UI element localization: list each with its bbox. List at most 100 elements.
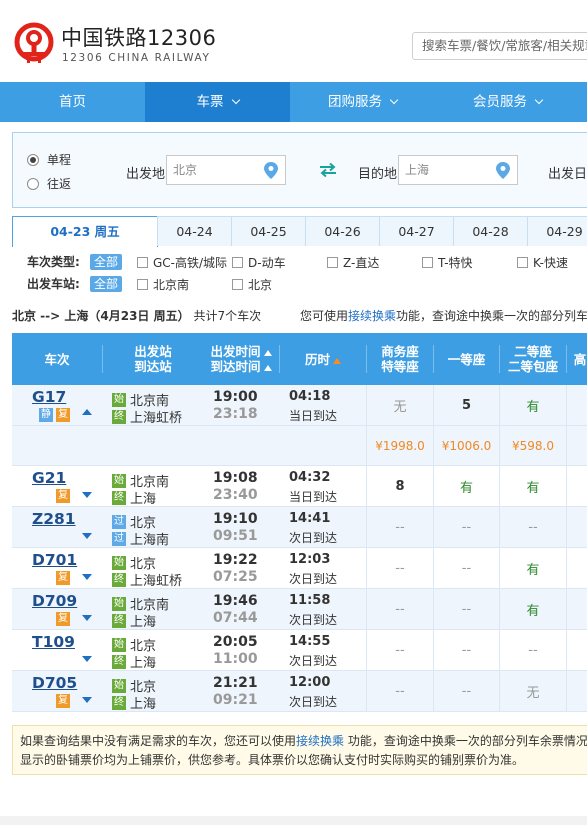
- col-time[interactable]: 出发时间 到达时间: [203, 333, 279, 385]
- nav-item-member-service[interactable]: 会员服务: [435, 82, 580, 122]
- checkbox-icon[interactable]: [422, 257, 433, 268]
- arrival-time: 07:25: [213, 569, 258, 585]
- checkbox-icon[interactable]: [137, 279, 148, 290]
- train-number[interactable]: G21: [32, 469, 84, 487]
- second-seat[interactable]: 有: [500, 589, 566, 629]
- table-row[interactable]: T109 始北京 终上海 20:05 11:00 14:55 次日到达 -- -…: [12, 630, 587, 671]
- train-number[interactable]: D705: [32, 674, 84, 692]
- transfer-link[interactable]: 接续换乘: [348, 309, 396, 323]
- second-seat[interactable]: 有: [500, 385, 566, 425]
- filter-all-button[interactable]: 全部: [90, 275, 123, 292]
- business-seat[interactable]: 8: [367, 466, 433, 506]
- filter-station-beijing[interactable]: 北京: [232, 276, 272, 293]
- arrival-day: 次日到达: [289, 654, 338, 668]
- table-row[interactable]: G17 静 复 始北京南 终上海虹桥 19:00 23:18 04:18 当日到…: [12, 385, 587, 426]
- to-station: 过上海南: [112, 529, 169, 548]
- checkbox-icon[interactable]: [327, 257, 338, 268]
- station-name[interactable]: 上海: [130, 693, 156, 712]
- filter-station-beijingnan[interactable]: 北京南: [137, 276, 189, 293]
- date-tab[interactable]: 04-24: [157, 216, 232, 246]
- second-seat[interactable]: 有: [500, 466, 566, 506]
- station-name[interactable]: 上海: [130, 488, 156, 507]
- col-duration[interactable]: 历时: [280, 333, 366, 385]
- filter-option-gc[interactable]: GC-高铁/城际: [137, 254, 227, 271]
- swap-stations-icon[interactable]: [318, 163, 338, 177]
- date-tab[interactable]: 04-26: [305, 216, 380, 246]
- station-name[interactable]: 上海: [130, 652, 156, 671]
- filter-option-label: K-快速: [533, 256, 568, 270]
- sort-icon[interactable]: [263, 350, 272, 356]
- filter-title: 车次类型:: [27, 255, 80, 269]
- collapse-icon[interactable]: [82, 409, 92, 415]
- date-label: 出发日: [548, 167, 587, 182]
- filter-option-t[interactable]: T-特快: [422, 254, 473, 271]
- checkbox-icon[interactable]: [232, 279, 243, 290]
- table-row[interactable]: D709 复 始北京南 终上海 19:46 07:44 11:58 次日到达 -…: [12, 589, 587, 630]
- filter-all-button[interactable]: 全部: [90, 253, 123, 270]
- checkbox-icon[interactable]: [232, 257, 243, 268]
- table-row[interactable]: G21 复 始北京南 终上海 19:08 23:40 04:32 当日到达 8 …: [12, 466, 587, 507]
- col-second-label: 二等座: [514, 344, 552, 359]
- filter-option-d[interactable]: D-动车: [232, 254, 286, 271]
- expand-icon[interactable]: [82, 615, 92, 621]
- radio-icon[interactable]: [27, 177, 39, 190]
- train-number[interactable]: D701: [32, 551, 84, 569]
- nav-item-group-service[interactable]: 团购服务: [290, 82, 435, 122]
- transfer-link[interactable]: 接续换乘: [296, 734, 344, 748]
- expand-icon[interactable]: [82, 533, 92, 539]
- search-input[interactable]: 搜索车票/餐饮/常旅客/相关规章: [412, 32, 587, 60]
- duration: 04:18: [289, 389, 331, 404]
- date-tab[interactable]: 04-29: [527, 216, 587, 246]
- station-name[interactable]: 上海南: [130, 529, 169, 548]
- second-seat: --: [528, 519, 538, 535]
- expand-icon[interactable]: [82, 492, 92, 498]
- second-seat[interactable]: 有: [500, 548, 566, 588]
- station-name[interactable]: 上海虹桥: [130, 570, 182, 589]
- table-row[interactable]: D705 复 始北京 终上海 21:21 09:21 12:00 次日到达 --…: [12, 671, 587, 712]
- origin-badge: 始: [112, 637, 126, 652]
- train-number[interactable]: D709: [32, 592, 84, 610]
- first-price: ¥1006.0: [441, 438, 492, 453]
- train-number[interactable]: T109: [32, 633, 84, 651]
- trip-type-label: 单程: [47, 153, 72, 167]
- station-name[interactable]: 上海虹桥: [130, 407, 182, 426]
- nav-item-tickets[interactable]: 车票: [145, 82, 290, 122]
- radio-checked-icon[interactable]: [27, 153, 39, 166]
- train-number[interactable]: Z281: [32, 510, 84, 528]
- station-name[interactable]: 上海: [130, 611, 156, 630]
- trip-type-roundtrip[interactable]: 往返: [27, 175, 71, 192]
- tip-prefix: 您可使用: [300, 309, 349, 323]
- date-tab[interactable]: 04-27: [379, 216, 454, 246]
- first-seat[interactable]: 有: [434, 466, 499, 506]
- table-row[interactable]: Z281 过北京 过上海南 19:10 09:51 14:41 次日到达 -- …: [12, 507, 587, 548]
- date-tab[interactable]: 04-28: [453, 216, 528, 246]
- second-seat[interactable]: 无: [500, 671, 566, 711]
- col-station: 出发站 到达站: [103, 333, 203, 385]
- cell-divider: [566, 589, 567, 629]
- first-seat: --: [461, 601, 472, 617]
- railway-logo-icon[interactable]: [13, 22, 55, 64]
- trip-type-oneway[interactable]: 单程: [27, 151, 71, 168]
- sort-active-icon[interactable]: [333, 357, 341, 364]
- expand-icon[interactable]: [82, 574, 92, 580]
- duration: 14:41: [289, 511, 331, 526]
- business-seat[interactable]: 无: [367, 385, 433, 425]
- filter-option-z[interactable]: Z-直达: [327, 254, 379, 271]
- sort-icon[interactable]: [263, 365, 272, 371]
- nav-item-home[interactable]: 首页: [0, 82, 145, 122]
- checkbox-icon[interactable]: [137, 257, 148, 268]
- expand-icon[interactable]: [82, 656, 92, 662]
- date-tab-active[interactable]: 04-23 周五: [12, 216, 158, 247]
- filter-option-k[interactable]: K-快速: [517, 254, 568, 271]
- date-tab[interactable]: 04-25: [231, 216, 306, 246]
- to-station: 终上海: [112, 611, 156, 630]
- first-seat: --: [461, 642, 472, 658]
- train-number[interactable]: G17: [32, 388, 84, 406]
- from-input[interactable]: 北京: [166, 155, 286, 185]
- filter-option-label: D-动车: [248, 256, 286, 270]
- table-row[interactable]: D701 复 始北京 终上海虹桥 19:22 07:25 12:03 次日到达 …: [12, 548, 587, 589]
- checkbox-icon[interactable]: [517, 257, 528, 268]
- expand-icon[interactable]: [82, 697, 92, 703]
- to-input[interactable]: 上海: [398, 155, 518, 185]
- first-seat[interactable]: 5: [434, 385, 499, 425]
